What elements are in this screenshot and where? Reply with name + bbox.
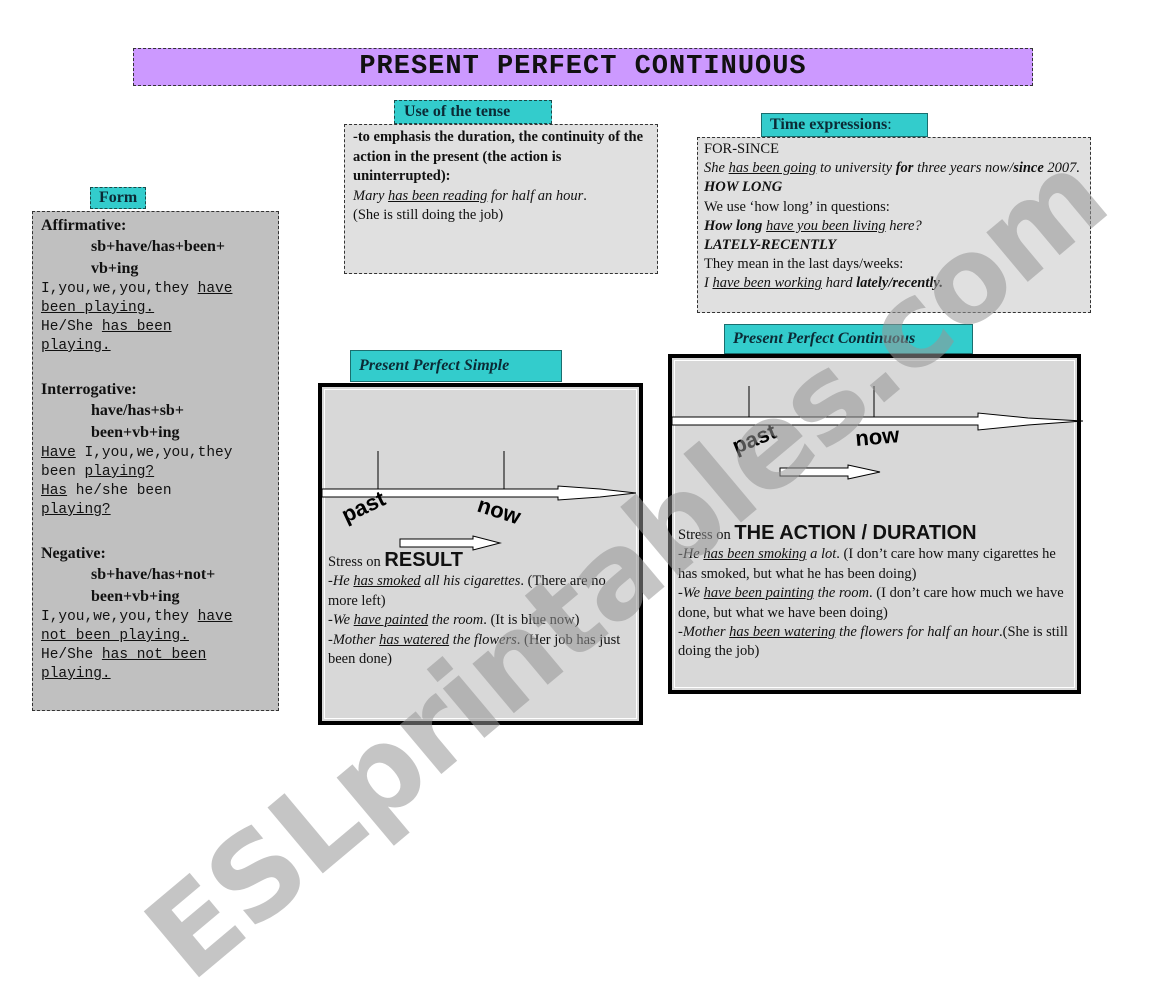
lately-example: I have been working hard lately/recently… [704, 275, 943, 292]
use-example: Mary has been reading for half an hour. [353, 187, 587, 204]
how-long-note: We use ‘how long’ in questions: [704, 198, 890, 215]
lately-heading: LATELY-RECENTLY [704, 237, 837, 254]
continuous-label: Present Perfect Continuous [724, 324, 973, 354]
example-item: -We have been painting the room. (I don’… [678, 585, 1064, 621]
example-line: playing? [41, 502, 111, 518]
stress-line: Stress on RESULT [328, 549, 463, 571]
for-since-heading: FOR-SINCE [704, 141, 779, 157]
page-title: PRESENT PERFECT CONTINUOUS [133, 48, 1033, 86]
continuous-timeline: past now [671, 386, 1084, 480]
section-heading: Negative [41, 545, 101, 562]
form-section-interrogative: Interrogative: have/has+sb+ been+vb+ing … [41, 380, 270, 520]
form-box: Affirmative: sb+have/has+been+ vb+ing I,… [32, 211, 279, 711]
for-since-example: She has been going to university for thr… [704, 160, 1081, 177]
rule-line: vb+ing [91, 260, 139, 277]
example-line: Have I,you,we,you,they [41, 445, 233, 461]
example-line: been playing? [41, 464, 155, 480]
example-line: I,you,we,you,they have [41, 281, 233, 297]
use-definition: -to emphasis the duration, the continuit… [353, 129, 644, 184]
example-line: Has he/she been [41, 483, 172, 499]
simple-text: Stress on RESULT -He has smoked all his … [328, 549, 633, 669]
form-section-affirmative: Affirmative: sb+have/has+been+ vb+ing I,… [41, 216, 270, 356]
duration-arrow [399, 535, 502, 551]
form-label: Form [90, 187, 147, 209]
use-box: -to emphasis the duration, the continuit… [344, 124, 658, 274]
now-label: now [474, 492, 524, 530]
how-long-example: How long have you been living here? [704, 217, 922, 234]
time-expressions-label: Time expressions: [761, 113, 928, 137]
example-item: -Mother has been watering the flowers fo… [678, 624, 1068, 660]
example-line: not been playing. [41, 628, 189, 644]
rule-line: have/has+sb+ [91, 402, 184, 419]
form-section-negative: Negative: sb+have/has+not+ been+vb+ing I… [41, 544, 270, 684]
example-item: -We have painted the room. (It is blue n… [328, 612, 580, 629]
use-label: Use of the tense [394, 100, 552, 124]
rule-line: been+vb+ing [91, 424, 180, 441]
example-item: -He has been smoking a lot. (I don’t car… [678, 546, 1056, 582]
stress-word: RESULT [384, 549, 463, 571]
example-line: He/She has not been [41, 647, 207, 663]
duration-arrow [779, 464, 881, 480]
example-line: He/She has been [41, 319, 172, 335]
lately-note: They mean in the last days/weeks: [704, 256, 904, 273]
stress-word: THE ACTION / DURATION [734, 522, 977, 544]
example-line: been playing. [41, 300, 155, 316]
example-item: -Mother has watered the flowers. (Her jo… [328, 631, 621, 668]
time-expressions-box: FOR-SINCE She has been going to universi… [697, 137, 1091, 313]
now-label: now [854, 422, 901, 451]
rule-line: been+vb+ing [91, 588, 180, 605]
continuous-text: Stress on THE ACTION / DURATION -He has … [678, 522, 1073, 662]
example-item: -He has smoked all his cigarettes. (Ther… [328, 573, 606, 609]
how-long-heading: HOW LONG [704, 179, 783, 196]
section-heading: Interrogative [41, 381, 132, 398]
use-note: (She is still doing the job) [353, 207, 504, 223]
example-line: playing. [41, 338, 111, 354]
rule-line: sb+have/has+not+ [91, 566, 216, 583]
simple-label: Present Perfect Simple [350, 350, 562, 382]
example-line: I,you,we,you,they have [41, 609, 233, 625]
stress-line: Stress on THE ACTION / DURATION [678, 522, 977, 544]
section-heading: Affirmative [41, 217, 121, 234]
rule-line: sb+have/has+been+ [91, 238, 226, 255]
example-line: playing. [41, 666, 111, 682]
